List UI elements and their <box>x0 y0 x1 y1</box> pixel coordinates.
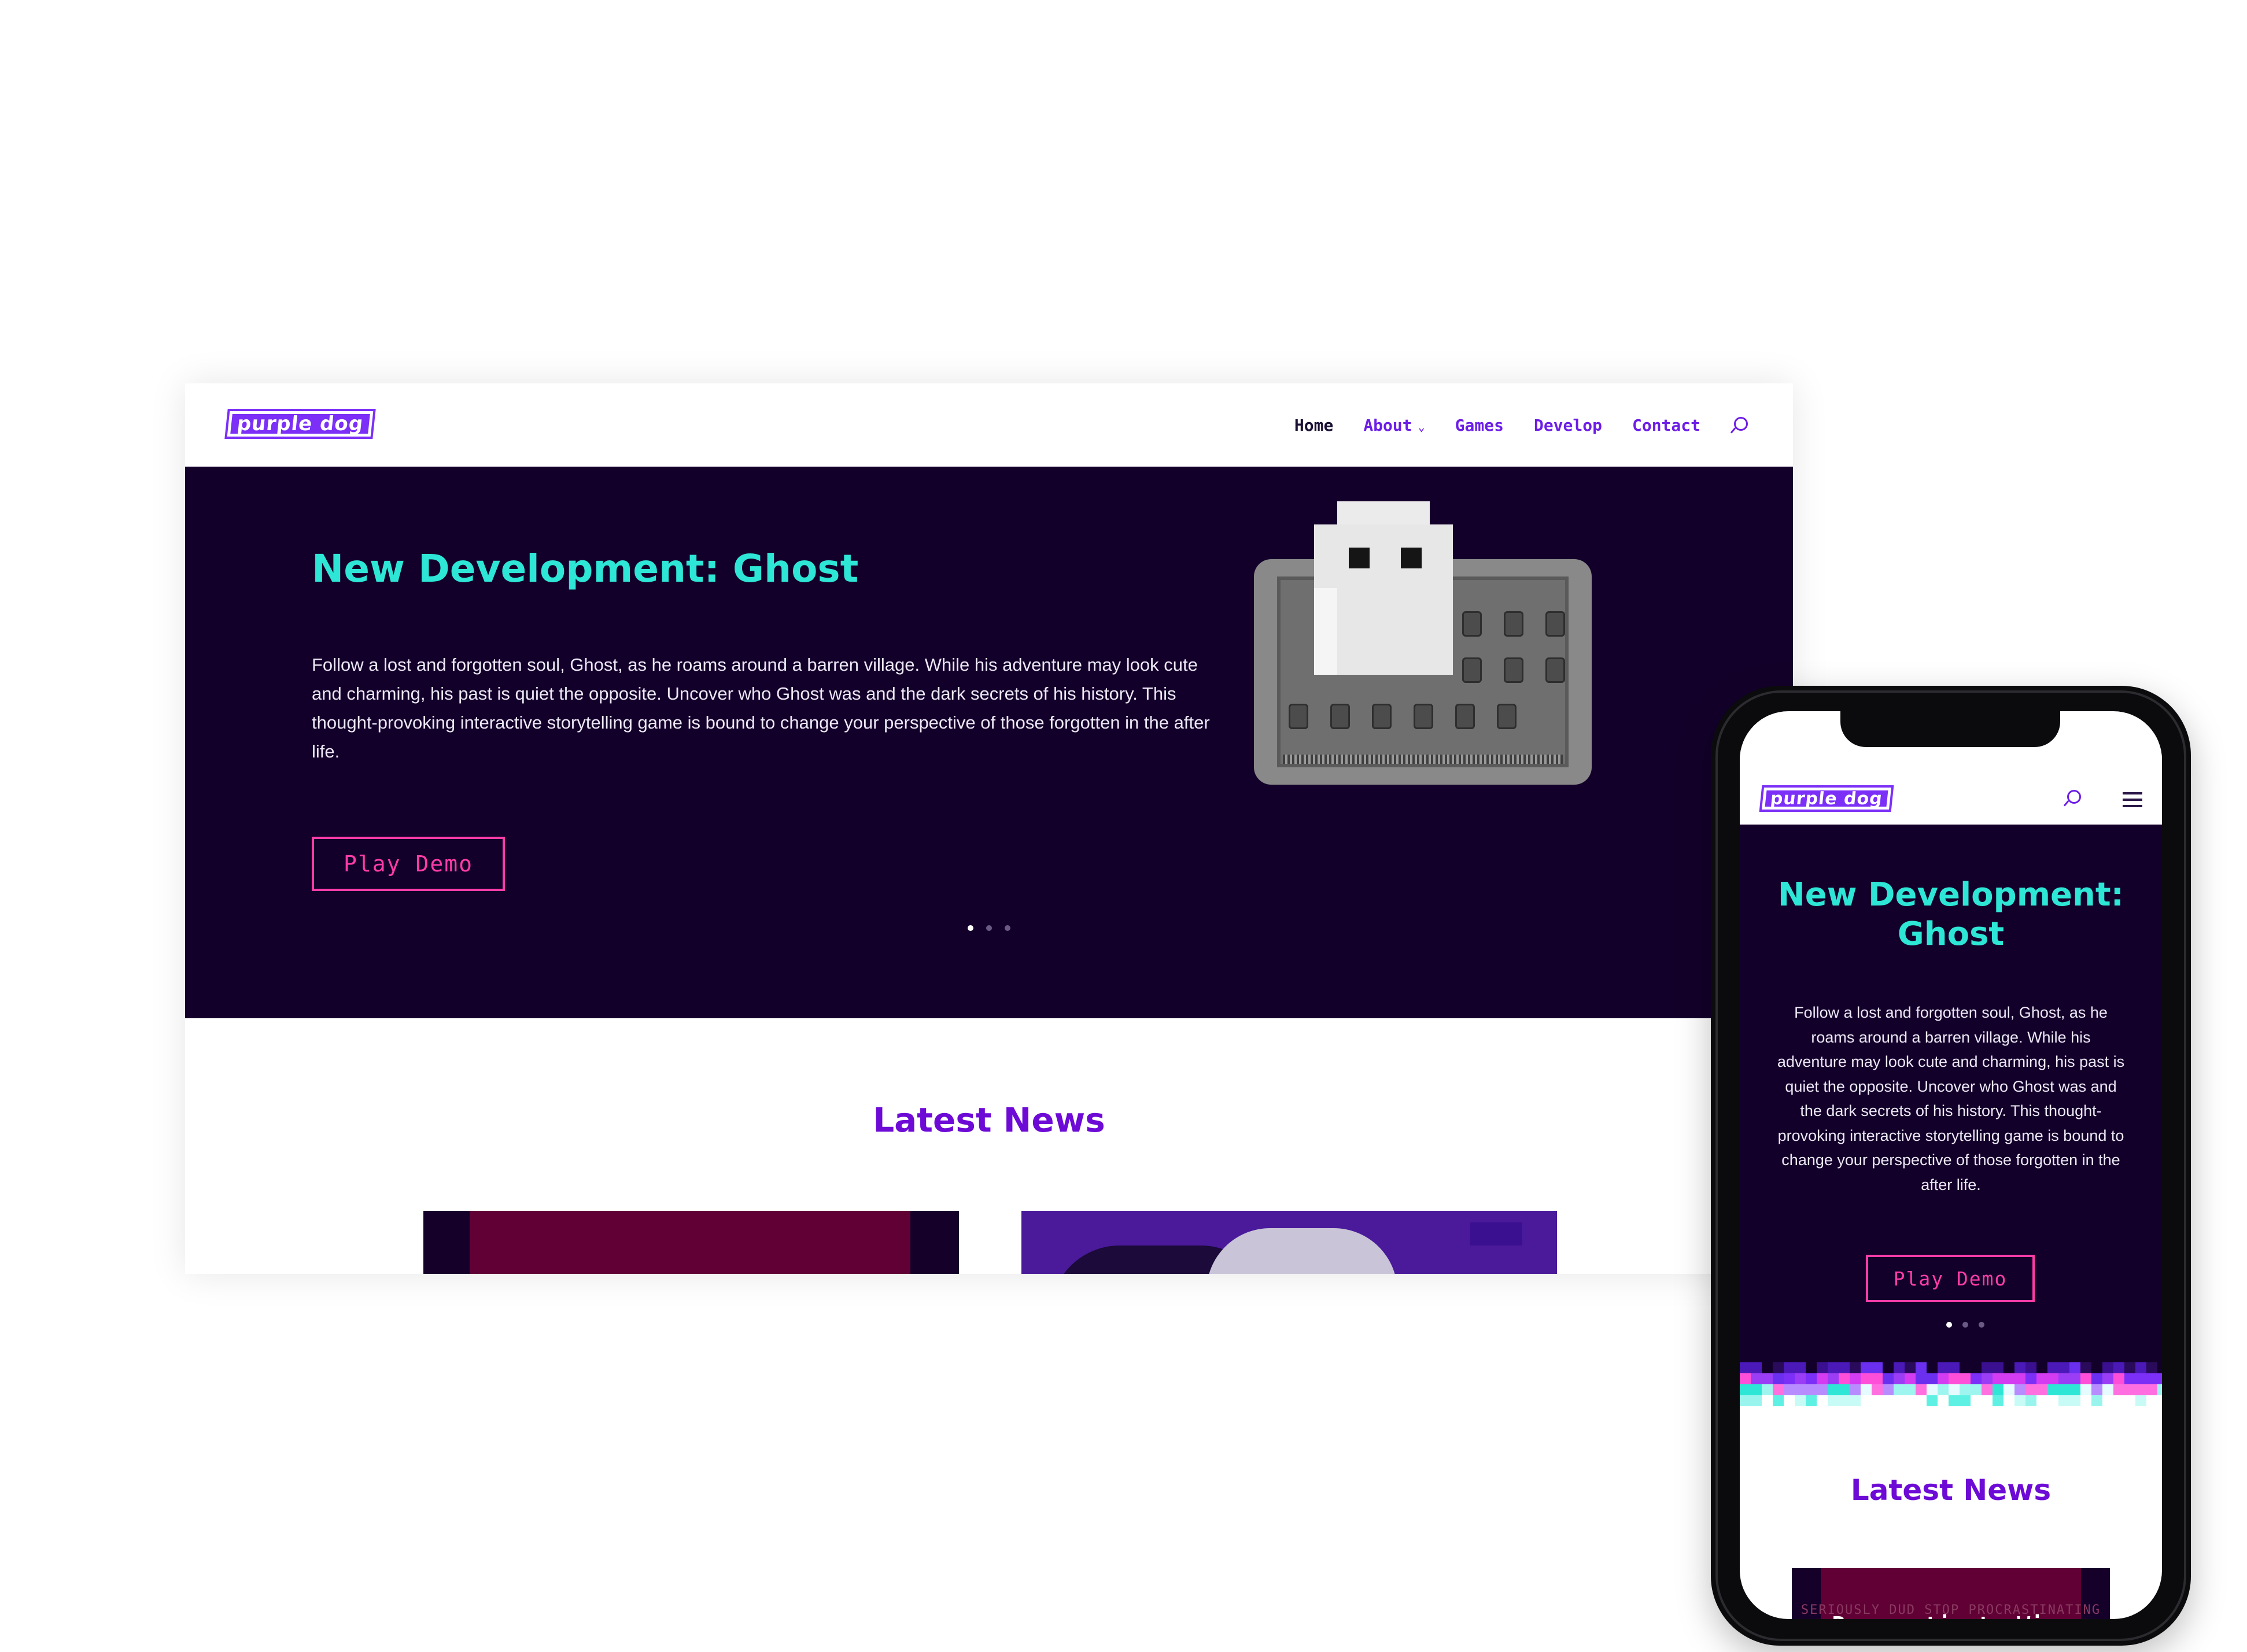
latest-news-heading: Latest News <box>873 1100 1105 1140</box>
hero-description: Follow a lost and forgotten soul, Ghost,… <box>312 655 1210 762</box>
nav-about[interactable]: About ⌄ <box>1363 416 1425 435</box>
nav-contact[interactable]: Contact <box>1632 416 1700 435</box>
phone-mockup: purple dog New Development: Ghost Follow… <box>1711 686 2191 1646</box>
site-logo[interactable]: purple dog <box>1762 788 1891 810</box>
mobile-hero: New Development: Ghost Follow a lost and… <box>1740 825 2162 1406</box>
slider-dot-3[interactable] <box>1979 1322 1984 1328</box>
pixel-block <box>1470 1222 1522 1246</box>
play-demo-button[interactable]: Play Demo <box>1866 1255 2035 1302</box>
main-nav: Home About ⌄ Games Develop Contact <box>1294 412 1748 438</box>
chevron-down-icon: ⌄ <box>1418 419 1425 434</box>
slider-dots <box>968 925 1010 931</box>
slider-dot-2[interactable] <box>1962 1322 1968 1328</box>
news-card-title[interactable]: Procrastinate Wins <box>1792 1612 2110 1619</box>
hero-description: Follow a lost and forgotten soul, Ghost,… <box>1777 1004 2125 1193</box>
ghost-right-eye <box>1401 548 1422 568</box>
slider-dot-3[interactable] <box>1005 925 1010 931</box>
hero-title: New Development: Ghost <box>1777 876 2124 953</box>
play-demo-button[interactable]: Play Demo <box>312 837 505 891</box>
tshirt-light-image <box>1206 1228 1397 1274</box>
search-icon[interactable] <box>1731 417 1748 433</box>
search-icon[interactable] <box>2064 790 2081 806</box>
ghost-sprite <box>1314 501 1453 675</box>
site-logo[interactable]: purple dog <box>227 411 374 437</box>
nav-home[interactable]: Home <box>1294 416 1333 435</box>
news-card-image[interactable] <box>423 1211 959 1274</box>
nav-develop[interactable]: Develop <box>1534 416 1602 435</box>
ghost-game-artwork <box>1254 501 1592 785</box>
nav-about-label: About <box>1363 415 1412 435</box>
slider-dot-1[interactable] <box>1946 1322 1952 1328</box>
slider-dot-2[interactable] <box>986 925 992 931</box>
desktop-site-mockup: purple dog Home About ⌄ Games Develop Con… <box>185 383 1793 1274</box>
news-card[interactable]: SERIOUSLY DUD STOP PROCRASTINATING Procr… <box>1792 1568 2110 1619</box>
phone-notch <box>1840 711 2060 747</box>
mobile-site: purple dog New Development: Ghost Follow… <box>1740 711 2162 1619</box>
hero-title: New Development: Ghost <box>312 546 859 591</box>
board-tiles-row <box>1289 704 1517 729</box>
board-tiles-row <box>1462 657 1565 683</box>
slider-dot-1[interactable] <box>968 925 973 931</box>
nav-games[interactable]: Games <box>1455 416 1504 435</box>
hero-slider: New Development: Ghost Follow a lost and… <box>185 467 1793 1102</box>
hamburger-menu-icon[interactable] <box>2123 792 2142 807</box>
news-card-image[interactable] <box>1021 1211 1557 1274</box>
latest-news-heading: Latest News <box>1850 1473 2052 1507</box>
pixel-divider <box>1740 1362 2162 1406</box>
ghost-left-eye <box>1349 548 1370 568</box>
mobile-header: purple dog <box>1740 747 2162 825</box>
site-header: purple dog Home About ⌄ Games Develop Con… <box>185 383 1793 467</box>
board-tiles-row <box>1462 611 1565 637</box>
board-fence <box>1283 755 1563 764</box>
slider-dots <box>1946 1322 1984 1328</box>
